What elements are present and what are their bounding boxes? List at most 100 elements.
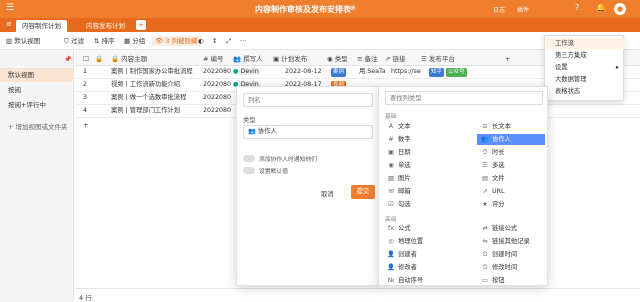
field-type-search[interactable] xyxy=(385,91,543,105)
view-switch-button[interactable]: ▥ 默认视图 xyxy=(6,36,40,46)
filter-button[interactable]: ⛉ 过滤 xyxy=(64,36,84,46)
help-icon[interactable]: ? xyxy=(575,3,579,12)
field-type-multi-select[interactable]: ☰ 多选 xyxy=(477,160,557,171)
collab-button[interactable]: 日志 xyxy=(493,5,505,14)
sidebar-item-in-progress[interactable]: 按阅+评行中 xyxy=(0,98,74,112)
field-type-single-select[interactable]: ◉ 单选 xyxy=(383,160,463,171)
hidden-columns-button[interactable]: 👁 3 列被隐藏 xyxy=(152,36,201,46)
field-type-text[interactable]: A 文本 xyxy=(383,121,463,132)
cell-type[interactable]: 案例 xyxy=(331,66,347,78)
field-type-number[interactable]: # 数字 xyxy=(383,134,463,145)
plugin-button[interactable]: 插件 xyxy=(517,5,529,14)
cell-author[interactable]: ● Devin xyxy=(233,66,269,78)
field-type-formula[interactable]: fx 公式 xyxy=(383,223,463,234)
menu-item-bigdata[interactable]: 大数据管理 xyxy=(545,74,625,85)
field-type-creator[interactable]: 👤 创建者 xyxy=(383,249,463,260)
menu-item-integration[interactable]: 第三方集成 xyxy=(545,50,625,61)
column-header-platform[interactable]: ☰ 发布平台 xyxy=(421,53,481,65)
paint-icon[interactable]: ◐ xyxy=(198,36,204,46)
column-header-link[interactable]: ⇗ 链接 xyxy=(385,53,419,65)
field-type-file[interactable]: ▤ 文件 xyxy=(477,173,557,184)
field-type-modified-time[interactable]: ⏲ 修改时间 xyxy=(477,262,557,273)
menu-item-settings[interactable]: 设置 ▸ xyxy=(545,62,625,73)
cell-code[interactable]: 2022080... xyxy=(203,66,231,78)
cell-code[interactable]: 2022080... xyxy=(203,92,231,104)
tab-publish-plan[interactable]: 内容发布计划 xyxy=(80,20,131,32)
field-type-link-record[interactable]: ⇋ 链接其他记录 xyxy=(477,236,557,247)
cell-platform[interactable]: 知乎 公众号 xyxy=(429,66,485,78)
cell-title[interactable]: 案例 | 管理部门工作计划 xyxy=(111,105,201,117)
cell-link[interactable]: https://se... xyxy=(391,66,421,78)
add-tab-button[interactable]: + xyxy=(136,20,146,30)
group-button[interactable]: ▦ 分组 xyxy=(124,36,145,46)
menu-item-workflow[interactable]: 工作流 xyxy=(545,38,625,49)
cell-title[interactable]: 案例 | 做一个选数审批流程 xyxy=(111,92,201,104)
cancel-button[interactable]: 取消 xyxy=(321,189,334,198)
view-sidebar: 📌 默认视图 按阅 按阅+评行中 + 增加视图或文件夹 xyxy=(0,50,74,302)
menu-item-table-status[interactable]: 表格状态 xyxy=(545,86,625,97)
pin-icon[interactable]: 📌 xyxy=(64,56,71,63)
submit-button[interactable]: 提交 xyxy=(351,185,375,199)
field-type-created-time[interactable]: ⏲ 创建时间 xyxy=(477,249,557,260)
field-type-long-text[interactable]: ≡ 长文本 xyxy=(477,121,557,132)
cell-date[interactable]: 2022-08-12 xyxy=(285,66,325,78)
column-header-note[interactable]: ≡ 备注 xyxy=(357,53,385,65)
field-type-collaborator[interactable]: 👥 协作人 xyxy=(477,134,545,145)
menu-icon[interactable]: ≡ xyxy=(6,20,12,28)
lock-icon: 🔒 xyxy=(95,55,104,63)
field-type-duration[interactable]: ⏱ 时长 xyxy=(477,147,557,158)
field-type-geolocation[interactable]: ◎ 地理位置 xyxy=(383,236,463,247)
add-view-button[interactable]: + 增加视图或文件夹 xyxy=(0,120,74,134)
column-header-code[interactable]: # 编号 xyxy=(203,53,233,65)
status-bar: 4 行 xyxy=(75,288,640,302)
field-type-date[interactable]: ▣ 日期 xyxy=(383,147,463,158)
title-bar: ☰ 内容制作审核及发布安排表 ⊕ 日志 插件 ? 🔔 ● xyxy=(0,0,640,18)
column-header-date[interactable]: ▣ 计划发布 xyxy=(273,53,323,65)
field-type-panel: 基础 A文本 ≡长文本 #数字 👥协作人 ▣日期 ⏱时长 ◉单选 ☰多选 ▨图片… xyxy=(378,86,548,286)
field-type-url[interactable]: ⇗ URL xyxy=(477,186,557,197)
sidebar-item-default[interactable]: 默认视图 xyxy=(0,68,74,82)
basic-section-label: 基础 xyxy=(385,114,397,120)
bell-icon[interactable]: 🔔 xyxy=(596,3,606,12)
avatar[interactable]: ● xyxy=(614,3,626,15)
row-number: 4 xyxy=(83,107,88,114)
row-number: 1 xyxy=(83,68,88,75)
default-toggle[interactable] xyxy=(243,167,255,174)
add-row-button[interactable]: + xyxy=(83,120,88,132)
cell-note[interactable]: 用 SeaTa... xyxy=(359,66,385,78)
tab-content-plan[interactable]: 内容制作计划 xyxy=(16,20,67,32)
field-type-image[interactable]: ▨ 图片 xyxy=(383,173,463,184)
add-column-button[interactable]: + xyxy=(505,53,510,65)
share-icon[interactable]: ⤢ xyxy=(226,36,231,46)
sidebar-item-by-read[interactable]: 按阅 xyxy=(0,83,74,97)
more-button[interactable]: ··· xyxy=(240,36,246,46)
field-type-checkbox[interactable]: ☑ 勾选 xyxy=(383,199,463,210)
height-icon[interactable]: ↕ xyxy=(212,36,217,46)
field-type-modifier[interactable]: 👤 修改者 xyxy=(383,262,463,273)
select-all-checkbox[interactable]: ☐ xyxy=(83,53,89,65)
chevron-right-icon: ▸ xyxy=(615,64,619,71)
cell-code[interactable]: 2022080... xyxy=(203,79,231,91)
cell-code[interactable]: 2022080... xyxy=(203,105,231,117)
cell-title[interactable]: 视频 | 工作流新功能介绍 xyxy=(111,79,201,91)
sort-button[interactable]: ⇅ 排序 xyxy=(94,36,115,46)
field-type-email[interactable]: ✉ 邮箱 xyxy=(383,186,463,197)
column-name-input[interactable] xyxy=(243,93,373,107)
table-tabs: ≡ 内容制作计划 内容发布计划 + xyxy=(0,18,640,32)
more-menu: 工作流 第三方集成 设置 ▸ 大数据管理 表格状态 xyxy=(544,35,625,101)
field-type-link-formula[interactable]: ⇄ 链接公式 xyxy=(477,223,557,234)
default-toggle-label: 设置默认值 xyxy=(259,169,288,175)
type-select[interactable]: 👥 协作人 xyxy=(243,125,373,139)
title-info-icon[interactable]: ⊕ xyxy=(350,4,356,12)
column-header-type[interactable]: ◉ 类型 xyxy=(327,53,355,65)
field-type-button[interactable]: ▭ 按钮 xyxy=(477,275,557,286)
column-header-author[interactable]: 👥 撰写人 xyxy=(233,53,267,65)
field-type-rating[interactable]: ★ 评分 xyxy=(477,199,557,210)
back-icon[interactable]: ☰ xyxy=(6,3,14,13)
avatar-icon: ● xyxy=(233,68,239,75)
cell-title[interactable]: 案例 | 制作国家办公审批流程 xyxy=(111,66,201,78)
advanced-section-label: 高级 xyxy=(385,217,397,223)
field-type-auto-number[interactable]: № 自动序号 xyxy=(383,275,463,286)
column-header-title[interactable]: 🔒 内容主题 xyxy=(111,53,201,65)
notify-toggle[interactable] xyxy=(243,155,255,162)
